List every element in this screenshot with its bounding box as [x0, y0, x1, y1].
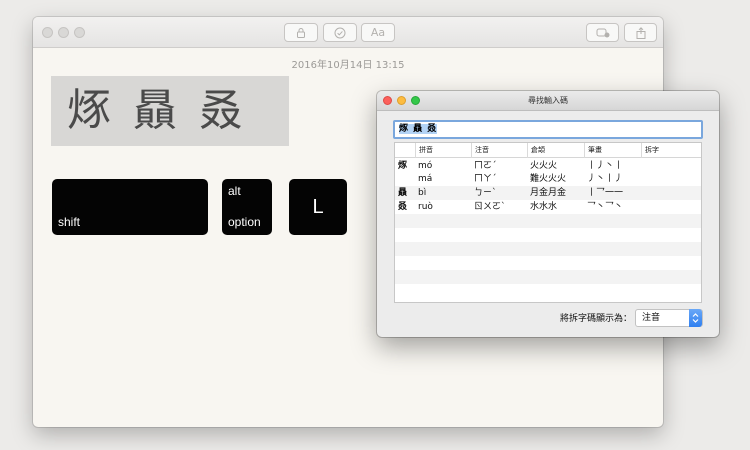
format-button[interactable]: Aa: [361, 23, 395, 42]
share-icon: [636, 26, 645, 39]
display-format-select[interactable]: 注音: [635, 309, 703, 327]
empty-row: [395, 228, 701, 242]
minimize-button[interactable]: [58, 27, 69, 38]
l-key-label: L: [312, 195, 324, 218]
table-row[interactable]: 烼 mó ㄇㄛˊ 火火火 丨丿丶丨: [395, 159, 701, 173]
row-char: 叒: [398, 202, 408, 212]
option-key: alt option: [222, 179, 272, 235]
row-zhuyin: ㄖㄨㄛˋ: [474, 202, 506, 212]
note-title-text[interactable]: 烼 贔 叒: [51, 76, 289, 146]
column-header-components[interactable]: 拆字: [641, 143, 701, 158]
row-cangjie: 水水水: [530, 202, 558, 212]
lock-button[interactable]: [284, 23, 318, 42]
display-as-label: 將拆字碼顯示為：: [559, 314, 632, 324]
row-pinyin: bì: [418, 188, 427, 198]
row-zhuyin: ㄇㄚˊ: [474, 174, 497, 184]
display-format-value: 注音: [642, 313, 661, 323]
select-arrows-icon: [689, 309, 702, 327]
row-zhuyin: ㄅㄧˋ: [474, 188, 497, 198]
empty-row: [395, 214, 701, 228]
close-button[interactable]: [42, 27, 53, 38]
row-strokes: 丿丶丨丿: [587, 174, 624, 184]
table-header: 拼音 注音 倉頡 筆畫 拆字: [395, 143, 701, 158]
row-pinyin: mó: [418, 161, 433, 171]
note-date: 2016年10月14日 13:15: [291, 60, 405, 71]
checklist-button[interactable]: [323, 23, 357, 42]
alt-key-label: alt: [228, 184, 241, 198]
lookup-results-table[interactable]: 拼音 注音 倉頡 筆畫 拆字 烼 mó ㄇㄛˊ 火火火 丨丿丶丨 má ㄇㄚˊ …: [394, 142, 702, 303]
l-key: L: [289, 179, 347, 235]
zoom-button[interactable]: [74, 27, 85, 38]
lookup-window-title: 尋找輸入碼: [528, 96, 568, 105]
row-strokes: 丨丿丶丨: [587, 161, 624, 171]
empty-row: [395, 284, 701, 298]
column-header-pinyin[interactable]: 拼音: [415, 143, 471, 158]
row-cangjie: 火火火: [530, 161, 558, 171]
row-zhuyin: ㄇㄛˊ: [474, 161, 497, 171]
table-row[interactable]: 贔 bì ㄅㄧˋ 月金月金 丨乛一一: [395, 186, 701, 200]
column-header-char[interactable]: [395, 143, 415, 158]
shift-key: shift: [52, 179, 208, 235]
search-value: 烼 贔 叒: [399, 124, 438, 134]
table-row[interactable]: má ㄇㄚˊ 難火火火 丿丶丨丿: [395, 172, 701, 186]
row-strokes: 丨乛一一: [587, 188, 624, 198]
row-char: 贔: [398, 188, 408, 198]
lookup-titlebar: 尋找輸入碼: [377, 91, 719, 111]
empty-row: [395, 256, 701, 270]
shift-key-label: shift: [58, 215, 81, 229]
notes-titlebar: Aa: [33, 17, 663, 48]
lookup-search-input[interactable]: 烼 贔 叒: [393, 120, 703, 139]
row-char: 烼: [398, 161, 408, 171]
row-cangjie: 月金月金: [530, 188, 567, 198]
empty-row: [395, 270, 701, 284]
row-strokes: 乛丶乛丶: [587, 202, 624, 212]
column-header-cangjie[interactable]: 倉頡: [527, 143, 584, 158]
row-cangjie: 難火火火: [530, 174, 567, 184]
share-account-button[interactable]: [586, 23, 619, 42]
people-icon: [596, 28, 609, 37]
table-row[interactable]: 叒 ruò ㄖㄨㄛˋ 水水水 乛丶乛丶: [395, 200, 701, 214]
row-pinyin: ruò: [418, 202, 433, 212]
share-button[interactable]: [624, 23, 657, 42]
option-key-label: option: [228, 215, 261, 229]
column-header-strokes[interactable]: 筆畫: [584, 143, 641, 158]
row-pinyin: má: [418, 174, 433, 184]
format-label: Aa: [370, 26, 386, 39]
column-header-zhuyin[interactable]: 注音: [471, 143, 527, 158]
lookup-window: 尋找輸入碼 烼 贔 叒 拼音 注音 倉頡 筆畫 拆字 烼 mó ㄇㄛˊ 火火火 …: [377, 91, 719, 337]
checklist-icon: [334, 27, 346, 38]
empty-row: [395, 242, 701, 256]
lock-icon: [297, 27, 305, 38]
